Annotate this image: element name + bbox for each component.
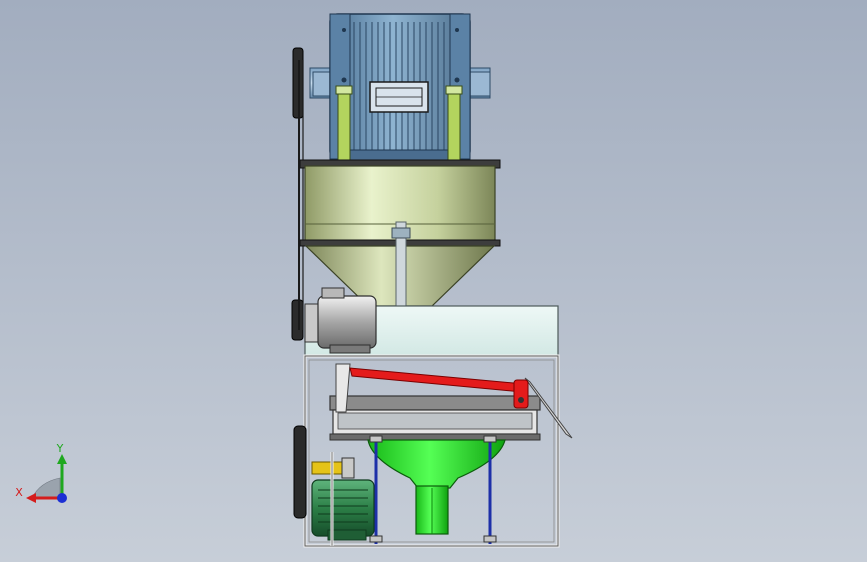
green-motor[interactable] <box>311 452 375 546</box>
green-funnel[interactable] <box>367 439 506 535</box>
coordinate-triad: Y X <box>15 442 67 503</box>
machine-drawing: Y X <box>15 13 573 548</box>
x-axis-label: X <box>15 486 23 499</box>
z-axis-dot <box>57 493 67 503</box>
middle-pulley <box>291 299 304 341</box>
y-axis-label: Y <box>56 442 64 455</box>
pulley-belt[interactable] <box>291 47 304 341</box>
cad-viewport[interactable]: Y X <box>0 0 867 562</box>
bottom-pulley <box>293 425 307 519</box>
cylinder-hopper[interactable] <box>299 159 501 307</box>
